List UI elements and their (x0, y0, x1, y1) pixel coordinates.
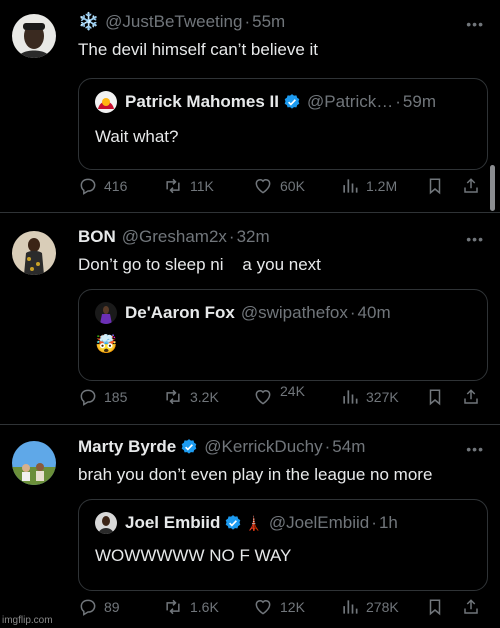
tweet-text: The devil himself can’t believe it (78, 40, 319, 59)
quote-author-handle[interactable]: @JoelEmbiid (269, 513, 369, 533)
action-bar: 185 3.2K 24K 327K (78, 383, 488, 409)
quote-author-name[interactable]: Patrick Mahomes II (125, 92, 279, 112)
like-count: 60K (280, 178, 305, 194)
heart-icon (255, 600, 271, 615)
quote-author-handle[interactable]: @swipathefox (241, 303, 348, 323)
divider (0, 424, 500, 425)
reply-button[interactable]: 185 (78, 385, 127, 409)
views-icon (343, 600, 358, 614)
quoted-tweet[interactable]: Patrick Mahomes II @Patrick… · 59m Wait … (78, 78, 488, 170)
heart-icon (255, 179, 271, 194)
quoted-tweet[interactable]: Joel Embiid 🗼 @JoelEmbiid · 1h WOWWWWW N… (78, 499, 488, 591)
author-handle[interactable]: @JustBeTweeting (105, 12, 242, 32)
like-button[interactable]: 24K (252, 383, 305, 409)
avatar-bon[interactable] (12, 231, 56, 275)
reply-button[interactable]: 416 (78, 174, 127, 198)
reply-count: 416 (104, 178, 128, 194)
repost-button[interactable]: 11K (162, 174, 214, 198)
reply-icon (80, 389, 96, 406)
separator: · (228, 227, 235, 246)
views-icon (343, 179, 358, 193)
reply-icon (80, 178, 96, 195)
like-count: 24K (280, 383, 305, 399)
share-icon[interactable] (462, 176, 480, 196)
separator: · (371, 513, 377, 532)
avatar-justbetweeting[interactable] (12, 14, 56, 58)
like-button[interactable]: 12K (252, 595, 305, 619)
author-name[interactable]: Marty Byrde (78, 437, 176, 457)
quote-emoji: 🤯 (95, 334, 118, 354)
more-options-button[interactable]: ••• (466, 231, 484, 247)
quote-avatar (95, 302, 117, 324)
affiliate-badge-icon: 🗼 (245, 514, 263, 531)
timestamp[interactable]: 32m (237, 227, 270, 247)
avatar-marty-byrde[interactable] (12, 441, 56, 485)
reply-button[interactable]: 89 (78, 595, 120, 619)
views-count: 1.2M (366, 178, 398, 194)
timestamp[interactable]: 54m (332, 437, 365, 457)
verified-badge-icon (226, 515, 241, 530)
repost-count: 1.6K (190, 599, 219, 615)
separator: · (395, 92, 401, 111)
separator: · (349, 303, 356, 322)
repost-icon (166, 389, 180, 405)
like-count: 12K (280, 599, 305, 615)
quote-timestamp[interactable]: 1h (379, 513, 398, 533)
more-options-button[interactable]: ••• (466, 441, 484, 457)
author-handle[interactable]: @KerrickDuchy (204, 437, 322, 457)
action-bar: 416 11K 60K 1.2M (78, 174, 488, 198)
author-handle[interactable]: @Gresham2x (122, 227, 227, 247)
views-count: 327K (366, 389, 399, 405)
reply-icon (80, 599, 96, 616)
quote-author-name[interactable]: Joel Embiid (125, 513, 220, 533)
repost-button[interactable]: 1.6K (162, 595, 219, 619)
views-button[interactable]: 1.2M (340, 174, 397, 198)
bookmark-icon[interactable] (426, 387, 444, 407)
verified-badge-icon (284, 94, 300, 109)
tweet-2[interactable]: BON @Gresham2x · 32m ••• Don’t go to sle… (0, 227, 500, 427)
quote-avatar (95, 91, 117, 113)
quote-author-name[interactable]: De'Aaron Fox (125, 303, 235, 323)
quoted-tweet[interactable]: De'Aaron Fox @swipathefox · 40m 🤯 (78, 289, 488, 381)
views-button[interactable]: 278K (340, 595, 399, 619)
bookmark-icon[interactable] (426, 176, 444, 196)
timestamp[interactable]: 55m (252, 12, 285, 32)
share-icon[interactable] (462, 597, 480, 617)
quote-timestamp[interactable]: 59m (403, 92, 436, 112)
divider (0, 212, 500, 213)
snowflake-emoji: ❄️ (78, 12, 100, 31)
share-icon[interactable] (462, 387, 480, 407)
repost-icon (166, 599, 180, 615)
separator: · (324, 437, 331, 456)
quote-text: Wait what? (95, 127, 179, 146)
tweet-text: Don’t go to sleep ni a you next (78, 255, 321, 274)
like-button[interactable]: 60K (252, 174, 305, 198)
tweet-1[interactable]: ❄️ @JustBeTweeting · 55m ••• The devil h… (0, 12, 500, 212)
bookmark-icon[interactable] (426, 597, 444, 617)
quote-avatar (95, 512, 117, 534)
views-button[interactable]: 327K (340, 385, 399, 409)
quote-timestamp[interactable]: 40m (358, 303, 391, 323)
repost-button[interactable]: 3.2K (162, 385, 219, 409)
watermark: imgflip.com (2, 615, 53, 626)
repost-count: 3.2K (190, 389, 219, 405)
tweet-3[interactable]: Marty Byrde @KerrickDuchy · 54m ••• brah… (0, 437, 500, 627)
quote-text: WOWWWWW NO F WAY (95, 546, 292, 565)
scrollbar[interactable] (490, 165, 495, 211)
tweet-text: brah you don’t even play in the league n… (78, 465, 433, 484)
reply-count: 89 (104, 599, 120, 615)
views-icon (343, 390, 358, 404)
repost-icon (166, 178, 180, 194)
views-count: 278K (366, 599, 399, 615)
repost-count: 11K (190, 178, 214, 194)
quote-author-handle[interactable]: @Patrick… (307, 92, 393, 112)
more-options-button[interactable]: ••• (466, 16, 484, 32)
reply-count: 185 (104, 389, 128, 405)
heart-icon (255, 390, 271, 405)
separator: · (244, 12, 251, 31)
verified-badge-icon (181, 439, 197, 454)
author-name[interactable]: BON (78, 227, 116, 247)
action-bar: 89 1.6K 12K 278K (78, 595, 488, 619)
